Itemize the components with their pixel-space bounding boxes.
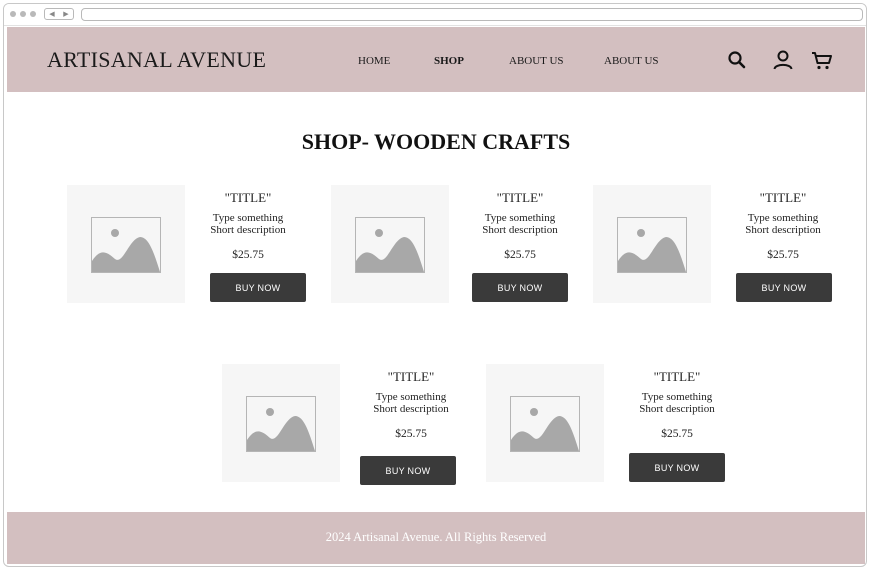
product-price: $25.75 xyxy=(504,249,536,261)
product-image-placeholder[interactable] xyxy=(486,364,604,482)
search-icon[interactable] xyxy=(725,48,749,72)
product-description-line: Short description xyxy=(482,224,558,236)
window-maximize-dot[interactable] xyxy=(30,11,36,17)
product-title: "TITLE" xyxy=(759,190,807,205)
window-close-dot[interactable] xyxy=(10,11,16,17)
user-icon[interactable] xyxy=(771,48,795,72)
buy-now-button[interactable]: BUY NOW xyxy=(360,456,456,485)
product-description-line: Short description xyxy=(210,224,286,236)
product-title: "TITLE" xyxy=(387,369,435,384)
product-card: "TITLE" Type something Short description… xyxy=(222,364,462,485)
product-description-line: Short description xyxy=(373,403,449,415)
nav-shop[interactable]: SHOP xyxy=(434,55,464,67)
product-card: "TITLE" Type something Short description… xyxy=(593,185,833,305)
image-placeholder-icon xyxy=(355,217,425,273)
image-placeholder-icon xyxy=(91,217,161,273)
image-placeholder-icon xyxy=(617,217,687,273)
product-price: $25.75 xyxy=(767,249,799,261)
product-title: "TITLE" xyxy=(496,190,544,205)
buy-now-button[interactable]: BUY NOW xyxy=(472,273,568,302)
back-arrow-icon[interactable]: ◀ xyxy=(45,9,59,19)
product-description: Type something Short description xyxy=(724,212,842,236)
brand-logo[interactable]: ARTISANAL AVENUE xyxy=(47,47,266,73)
site-footer: 2024 Artisanal Avenue. All Rights Reserv… xyxy=(7,512,865,564)
product-image-placeholder[interactable] xyxy=(593,185,711,303)
product-description-line: Type something xyxy=(375,391,447,403)
browser-chrome: ◀ ▶ xyxy=(4,4,866,26)
product-image-placeholder[interactable] xyxy=(67,185,185,303)
buy-now-button[interactable]: BUY NOW xyxy=(736,273,832,302)
product-title: "TITLE" xyxy=(224,190,272,205)
image-placeholder-icon xyxy=(246,396,316,452)
product-card: "TITLE" Type something Short description… xyxy=(331,185,571,305)
product-price: $25.75 xyxy=(395,428,427,440)
product-description: Type something Short description xyxy=(618,391,736,415)
window-minimize-dot[interactable] xyxy=(20,11,26,17)
browser-nav-buttons: ◀ ▶ xyxy=(44,8,74,20)
browser-window: ◀ ▶ ARTISANAL AVENUE HOME SHOP ABOUT US … xyxy=(3,3,867,567)
copyright-text: 2024 Artisanal Avenue. All Rights Reserv… xyxy=(325,530,547,544)
product-description-line: Type something xyxy=(212,212,284,224)
nav-about-us[interactable]: ABOUT US xyxy=(509,55,564,67)
product-card: "TITLE" Type something Short description… xyxy=(486,364,726,484)
product-description-line: Type something xyxy=(484,212,556,224)
product-description-line: Short description xyxy=(745,224,821,236)
page-title: SHOP- WOODEN CRAFTS xyxy=(301,129,571,154)
product-image-placeholder[interactable] xyxy=(222,364,340,482)
nav-about-us-2[interactable]: ABOUT US xyxy=(604,55,659,67)
nav-home[interactable]: HOME xyxy=(358,55,390,67)
product-price: $25.75 xyxy=(661,428,693,440)
site-header: ARTISANAL AVENUE HOME SHOP ABOUT US ABOU… xyxy=(7,27,865,92)
product-description-line: Type something xyxy=(747,212,819,224)
product-image-placeholder[interactable] xyxy=(331,185,449,303)
address-bar[interactable] xyxy=(81,8,863,21)
product-description: Type something Short description xyxy=(189,212,307,236)
product-description-line: Short description xyxy=(639,403,715,415)
forward-arrow-icon[interactable]: ▶ xyxy=(59,9,73,19)
product-price: $25.75 xyxy=(232,249,264,261)
product-card: "TITLE" Type something Short description… xyxy=(67,185,307,305)
product-description: Type something Short description xyxy=(461,212,579,236)
cart-icon[interactable] xyxy=(810,48,834,72)
image-placeholder-icon xyxy=(510,396,580,452)
buy-now-button[interactable]: BUY NOW xyxy=(629,453,725,482)
product-description-line: Type something xyxy=(641,391,713,403)
product-description: Type something Short description xyxy=(352,391,470,415)
product-title: "TITLE" xyxy=(653,369,701,384)
buy-now-button[interactable]: BUY NOW xyxy=(210,273,306,302)
